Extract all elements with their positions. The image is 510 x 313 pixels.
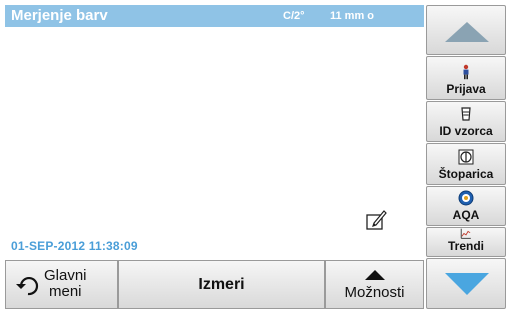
- edit-note-icon: [366, 210, 387, 230]
- back-arrow-icon: [16, 277, 39, 296]
- sidebar-item-label: ID vzorca: [439, 124, 493, 138]
- trend-icon: [460, 228, 471, 239]
- scroll-down-button[interactable]: [426, 258, 506, 309]
- main-screen: Merjenje barv C/2° 11 mm o 01-SEP-2012 1…: [5, 5, 424, 309]
- sidebar-item-label: Trendi: [447, 239, 484, 253]
- options-button[interactable]: Možnosti: [325, 260, 424, 309]
- right-sidebar: Prijava ID vzorca Štoparica AQA Trendi: [426, 5, 506, 309]
- options-label: Možnosti: [344, 284, 405, 301]
- main-menu-label-line1: Glavni: [44, 267, 87, 284]
- main-menu-button[interactable]: Glavni meni: [5, 260, 118, 309]
- scroll-down-arrow-icon: [445, 273, 489, 295]
- cell-size-indicator: 11 mm o: [330, 10, 375, 22]
- measurement-area: [5, 27, 424, 237]
- sidebar-item-aqa[interactable]: AQA: [426, 186, 506, 226]
- user-login-icon: [463, 64, 469, 80]
- sidebar-item-timer[interactable]: Štoparica: [426, 143, 506, 185]
- main-menu-label: Glavni meni: [44, 268, 87, 300]
- title-bar: Merjenje barv C/2° 11 mm o: [5, 5, 424, 27]
- timer-icon: [458, 149, 474, 165]
- scroll-up-arrow-icon: [445, 22, 489, 42]
- datetime-display: 01-SEP-2012 11:38:09: [11, 239, 138, 253]
- sidebar-item-label: Štoparica: [438, 167, 494, 181]
- page-title: Merjenje barv: [11, 7, 108, 24]
- sidebar-item-trends[interactable]: Trendi: [426, 227, 506, 257]
- sidebar-item-label: Prijava: [446, 82, 486, 96]
- up-arrow-icon: [364, 270, 385, 280]
- bottom-toolbar: Glavni meni Izmeri Možnosti: [5, 260, 424, 309]
- main-menu-label-line2: meni: [49, 283, 82, 300]
- sidebar-item-sample-id[interactable]: ID vzorca: [426, 101, 506, 142]
- sidebar-item-label: AQA: [452, 208, 480, 222]
- illuminant-observer-indicator: C/2°: [283, 10, 305, 22]
- measure-button[interactable]: Izmeri: [118, 260, 325, 309]
- scroll-up-button[interactable]: [426, 5, 506, 55]
- aqa-icon: [458, 190, 474, 206]
- edit-note-button[interactable]: [365, 208, 389, 232]
- sidebar-item-login[interactable]: Prijava: [426, 56, 506, 100]
- sample-id-icon: [461, 107, 471, 121]
